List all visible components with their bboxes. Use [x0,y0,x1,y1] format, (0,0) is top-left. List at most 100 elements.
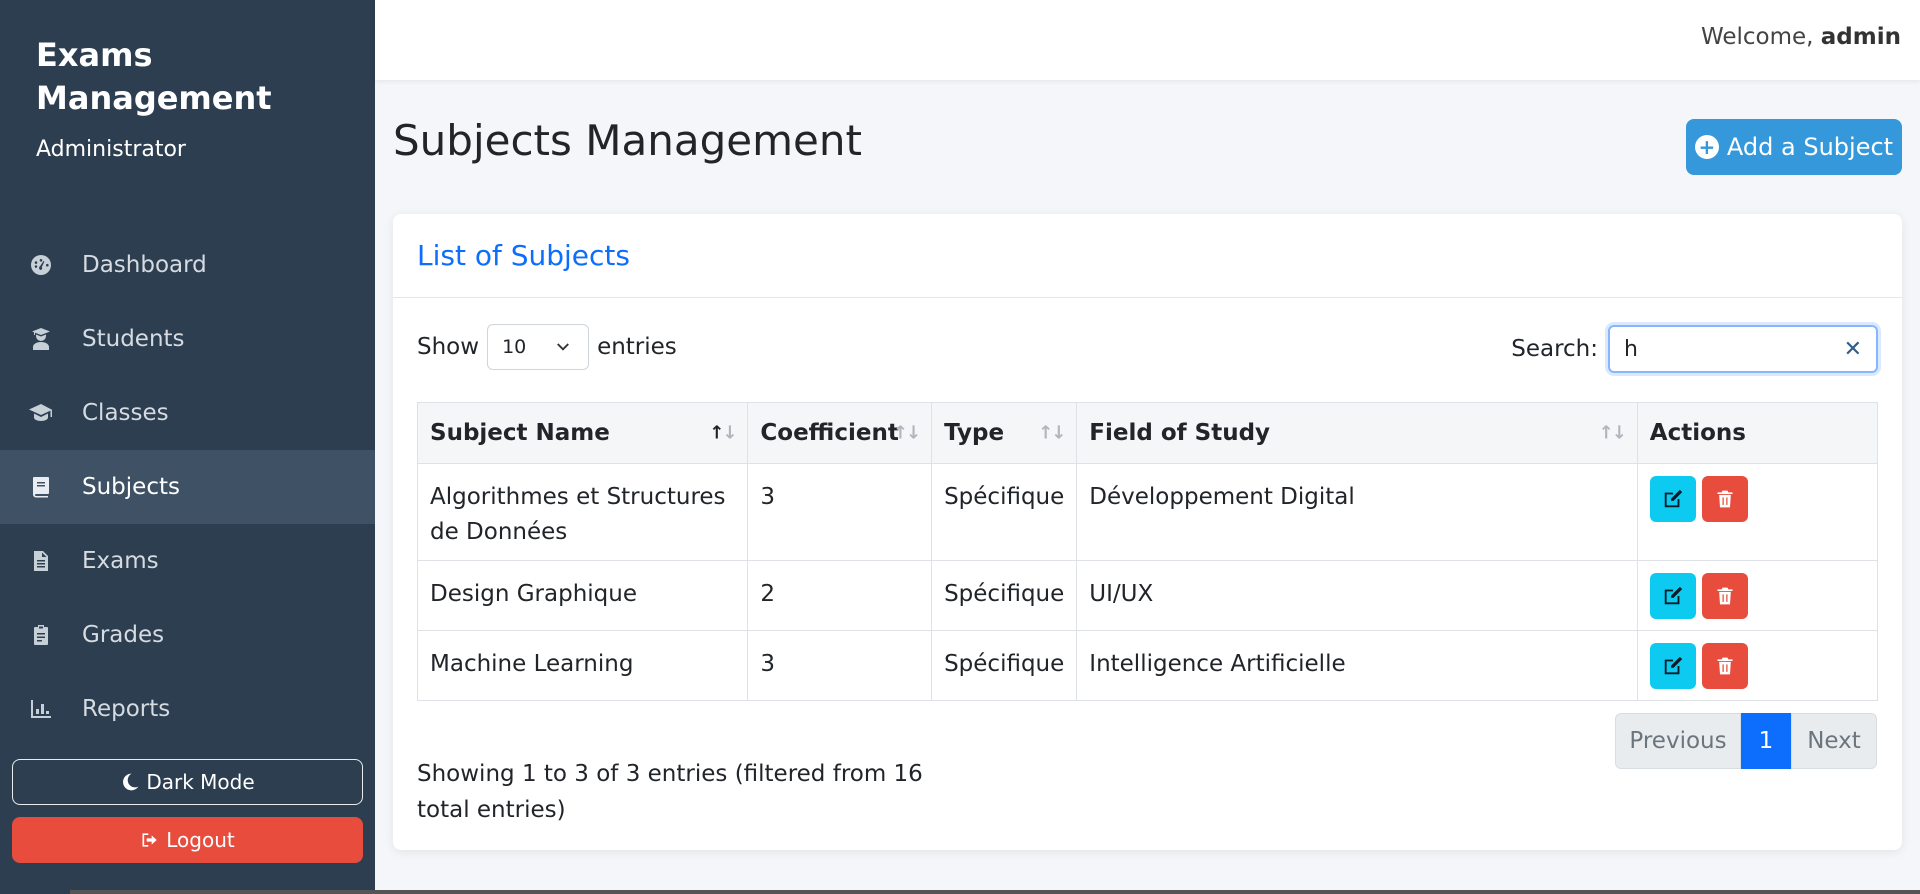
sidebar-item-label: Students [82,326,185,352]
previous-page-button[interactable]: Previous [1615,713,1741,769]
cell-type: Spécifique [931,463,1078,561]
search-value: h [1624,336,1638,362]
moon-icon [123,773,139,791]
delete-button[interactable] [1701,476,1748,522]
sidebar-item-label: Subjects [82,474,180,500]
logout-label: Logout [166,828,235,852]
topbar: Welcome, admin [375,0,1920,80]
column-label: Actions [1649,420,1746,446]
subjects-table: Subject Name ↑↓ Coefficient ↑↓ Type ↑↓ F… [416,402,1879,701]
page-length-control: Show 10 entries [417,324,677,370]
sidebar-item-reports[interactable]: Reports [0,672,375,746]
column-label: Coefficient [760,420,899,446]
table-row: Design Graphique 2 Spécifique UI/UX [416,560,1879,631]
pagination: Previous 1 Next [1615,713,1877,769]
cell-field-of-study: UI/UX [1076,560,1638,631]
table-info: Showing 1 to 3 of 3 entries (filtered fr… [417,761,923,823]
user-role: Administrator [36,137,186,162]
show-label: Show [417,334,480,360]
edit-button[interactable] [1649,573,1696,619]
cell-field-of-study: Développement Digital [1076,463,1638,561]
sidebar-item-classes[interactable]: Classes [0,376,375,450]
graduation-cap-icon [28,400,54,426]
sort-icon: ↑↓ [709,422,737,444]
cell-coefficient: 3 [747,463,933,561]
add-subject-label: Add a Subject [1726,133,1894,161]
column-header-field-of-study[interactable]: Field of Study ↑↓ [1076,402,1638,464]
edit-button[interactable] [1649,476,1696,522]
gauge-icon [28,252,54,278]
column-label: Subject Name [430,420,610,446]
row-actions [1649,573,1865,619]
card-title: List of Subjects [417,239,630,272]
clipboard-check-icon [28,622,54,648]
table-header-row: Subject Name ↑↓ Coefficient ↑↓ Type ↑↓ F… [416,402,1879,464]
table-row: Machine Learning 3 Spécifique Intelligen… [416,630,1879,701]
sidebar-item-label: Grades [82,622,165,648]
plus-circle-icon: + [1694,135,1719,159]
book-icon [28,474,54,500]
trash-icon [1717,657,1733,675]
search-label: Search: [1511,336,1598,362]
logout-button[interactable]: Logout [12,817,363,863]
page-length-select[interactable]: 10 [487,324,590,370]
page-title: Subjects Management [393,116,862,165]
delete-button[interactable] [1701,573,1748,619]
column-header-type[interactable]: Type ↑↓ [931,402,1078,464]
dark-mode-label: Dark Mode [146,770,255,794]
chart-bar-icon [28,696,54,722]
cell-actions [1636,560,1879,631]
sort-icon: ↑↓ [1598,422,1627,444]
cell-actions [1636,630,1879,701]
column-label: Type [944,420,1005,446]
app-title: Exams Management [36,36,272,117]
table-row: Algorithmes et Structures de Données 3 S… [416,463,1879,561]
clear-search-icon[interactable]: ✕ [1844,337,1862,362]
entries-label: entries [597,334,677,360]
username: admin [1820,24,1901,50]
sidebar-item-label: Exams [82,548,159,574]
sidebar-item-students[interactable]: Students [0,302,375,376]
sort-icon: ↑↓ [892,422,921,444]
sidebar-item-exams[interactable]: Exams [0,524,375,598]
sidebar-item-dashboard[interactable]: Dashboard [0,228,375,302]
dark-mode-button[interactable]: Dark Mode [12,759,363,805]
cell-subject-name: Design Graphique [416,560,749,631]
sidebar: Exams Management Administrator Dashboard… [0,0,375,894]
cell-coefficient: 3 [747,630,933,701]
user-graduate-icon [28,326,54,352]
next-page-button[interactable]: Next [1791,713,1877,769]
trash-icon [1717,587,1733,605]
cell-actions [1636,463,1879,561]
sign-out-icon [142,833,157,847]
chevron-down-icon [557,343,569,351]
sidebar-item-label: Dashboard [82,252,207,278]
sidebar-item-subjects[interactable]: Subjects [0,450,375,524]
add-subject-button[interactable]: + Add a Subject [1686,119,1902,175]
column-header-coefficient[interactable]: Coefficient ↑↓ [747,402,933,464]
search-input[interactable]: h ✕ [1608,325,1878,373]
sort-icon: ↑↓ [1038,422,1066,444]
cell-coefficient: 2 [747,560,933,631]
sidebar-item-grades[interactable]: Grades [0,598,375,672]
delete-button[interactable] [1701,643,1748,689]
sidebar-item-label: Classes [82,400,169,426]
cell-subject-name: Machine Learning [416,630,749,701]
table-controls: Show 10 entries Search: h ✕ [417,324,1878,374]
search-control: Search: h ✕ [1511,324,1878,374]
file-alt-icon [28,548,54,574]
edit-icon [1664,489,1682,508]
column-header-subject-name[interactable]: Subject Name ↑↓ [416,402,749,464]
welcome-prefix: Welcome, [1700,24,1814,50]
subjects-card: List of Subjects Show 10 entries Search:… [393,214,1902,850]
cell-subject-name: Algorithmes et Structures de Données [416,463,749,561]
page-length-value: 10 [502,336,527,358]
edit-button[interactable] [1649,643,1696,689]
edit-icon [1664,656,1682,675]
edit-icon [1664,586,1682,605]
row-actions [1649,476,1865,522]
sidebar-nav: Dashboard Students Classes Subjects Exam… [0,228,375,746]
page-1-button[interactable]: 1 [1741,713,1791,769]
card-header: List of Subjects [393,214,1902,298]
cell-type: Spécifique [931,560,1078,631]
